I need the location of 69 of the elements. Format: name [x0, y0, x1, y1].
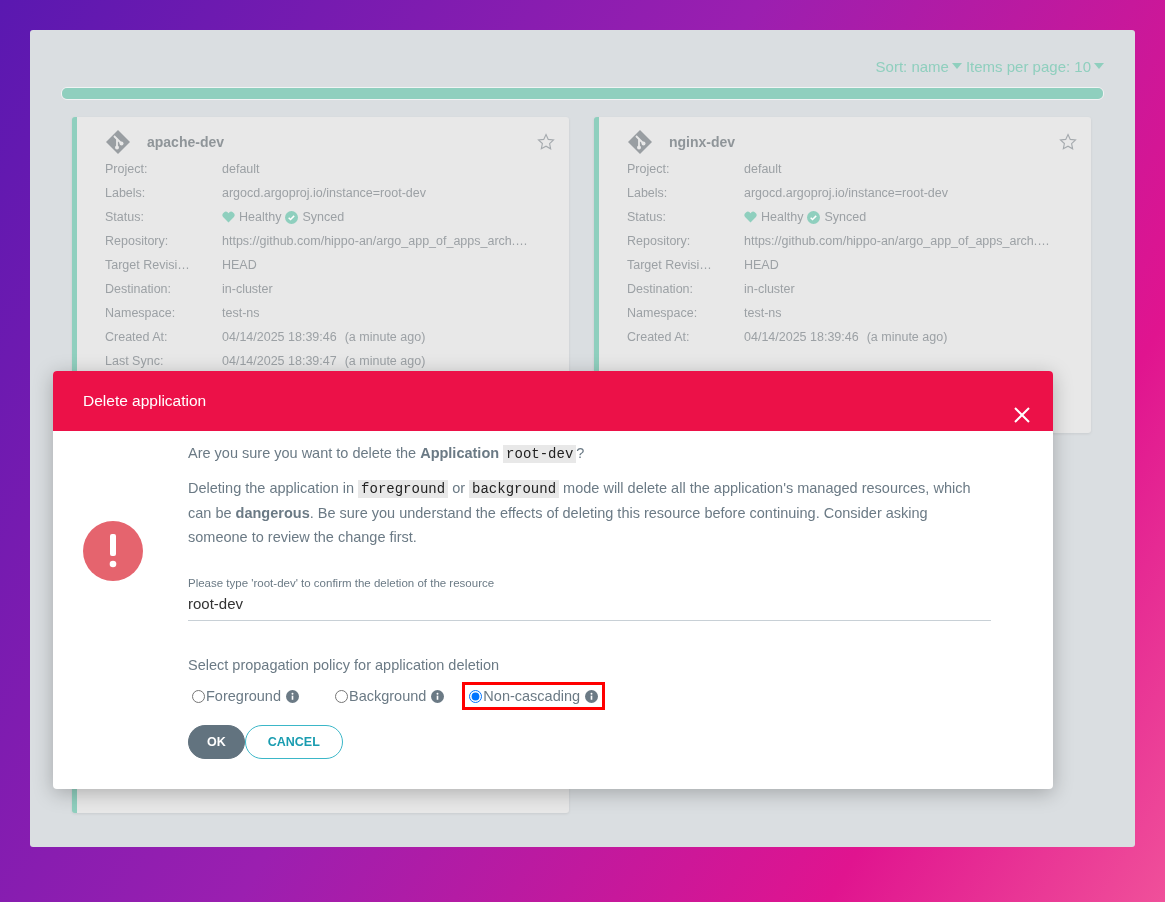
field-label: Target Revisi… [627, 258, 713, 272]
field-value: 04/14/2025 18:39:46 [222, 330, 337, 344]
field-label: Namespace: [627, 306, 699, 320]
field-label: Destination: [627, 282, 694, 296]
field-value: HEAD [744, 258, 780, 272]
info-icon [285, 689, 299, 703]
check-circle-icon [807, 210, 821, 224]
field-label: Last Sync: [105, 354, 165, 368]
sync-status: Synced [824, 210, 867, 224]
field-label: Destination: [105, 282, 172, 296]
field-label: Project: [105, 162, 149, 176]
field-label: Namespace: [105, 306, 177, 320]
star-icon[interactable] [1059, 133, 1077, 151]
policy-option[interactable]: Non-cascading [465, 685, 603, 707]
policy-option[interactable]: Background [330, 685, 449, 707]
field-label: Repository: [105, 234, 170, 248]
field-label: Target Revisi… [105, 258, 191, 272]
field-value: HEAD [222, 258, 258, 272]
field-value: test-ns [744, 306, 783, 320]
application-name: apache-dev [147, 134, 226, 150]
field-value: in-cluster [744, 282, 796, 296]
field-value: test-ns [222, 306, 261, 320]
confirm-label: Please type 'root-dev' to confirm the deletion of the resource [188, 577, 496, 589]
git-icon [627, 129, 653, 155]
info-icon [431, 689, 445, 703]
relative-time: (a minute ago) [344, 330, 426, 344]
field-value: 04/14/2025 18:39:46 [744, 330, 859, 344]
health-status: Healthy [239, 210, 282, 224]
close-button[interactable] [1013, 407, 1031, 425]
field-value: argocd.argoproj.io/instance=root-dev [222, 186, 427, 200]
radio-button[interactable] [469, 689, 483, 703]
policy-label: Select propagation policy for application deletion [188, 657, 501, 673]
field-label: Repository: [627, 234, 692, 248]
field-value: default [222, 162, 261, 176]
field-label: Status: [105, 210, 145, 224]
field-label: Status: [627, 210, 667, 224]
field-value: in-cluster [222, 282, 274, 296]
git-icon [105, 129, 131, 155]
field-label: Created At: [627, 330, 691, 344]
heart-icon [744, 211, 757, 223]
relative-time: (a minute ago) [866, 330, 948, 344]
ok-button[interactable]: OK [188, 725, 245, 759]
cancel-button[interactable]: CANCEL [244, 725, 343, 759]
dialog-message: Are you sure you want to delete the Application root-dev ? [188, 444, 586, 465]
field-label: Labels: [105, 186, 147, 200]
field-value: https://github.com/hippo-an/argo_app_of_apps_arch.… [222, 234, 529, 248]
field-value: default [744, 162, 783, 176]
caret-icon [1094, 63, 1104, 70]
field-label: Labels: [627, 186, 669, 200]
check-circle-icon [285, 210, 299, 224]
star-icon[interactable] [537, 133, 555, 151]
heart-icon [222, 211, 235, 223]
health-status: Healthy [761, 210, 804, 224]
field-label: Created At: [105, 330, 169, 344]
field-label: Project: [627, 162, 671, 176]
radio-button[interactable] [192, 689, 205, 703]
field-value: https://github.com/hippo-an/argo_app_of_apps_arch.… [744, 234, 1051, 248]
caret-icon [951, 63, 962, 70]
application-name: nginx-dev [669, 134, 737, 150]
sync-status: Synced [302, 210, 345, 224]
relative-time: (a minute ago) [344, 354, 426, 368]
radio-button[interactable] [334, 689, 348, 703]
policy-option[interactable]: Foreground [188, 685, 303, 707]
dialog-title: Delete application [83, 392, 207, 410]
field-value: argocd.argoproj.io/instance=root-dev [744, 186, 949, 200]
dialog-message: Deleting the application in foreground or background mode will delete all the application's managed resources, which can be dangerous. Be sure you understand the effects of deleting this resource before continuing. Consider asking someone to review the change first. [188, 479, 972, 547]
field-value: 04/14/2025 18:39:47 [222, 354, 337, 368]
warning-icon [83, 521, 143, 581]
info-icon [585, 689, 599, 703]
